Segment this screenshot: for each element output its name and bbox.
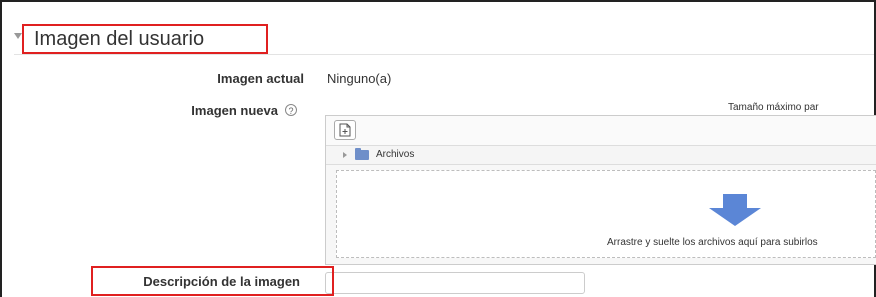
drop-zone-text: Arrastre y suelte los archivos aquí para…: [607, 237, 818, 248]
max-size-text: Tamaño máximo par: [728, 102, 819, 113]
window-frame-top: [0, 0, 876, 2]
help-icon[interactable]: ?: [285, 104, 297, 116]
file-picker: Archivos Arrastre y suelte los archivos …: [325, 115, 876, 265]
current-image-label: Imagen actual: [217, 71, 304, 86]
download-arrow-icon: [709, 194, 761, 226]
new-image-label: Imagen nueva: [191, 103, 278, 118]
path-label-archivos[interactable]: Archivos: [376, 149, 414, 160]
add-file-icon: [339, 123, 351, 137]
expand-caret-icon[interactable]: [343, 152, 347, 158]
highlight-box-title: [22, 24, 268, 54]
folder-icon: [355, 148, 369, 160]
drop-zone[interactable]: Arrastre y suelte los archivos aquí para…: [336, 170, 876, 258]
window-frame-left: [0, 0, 2, 297]
file-picker-path: Archivos: [326, 146, 876, 165]
current-image-value: Ninguno(a): [327, 71, 392, 86]
collapse-caret-icon[interactable]: [14, 33, 22, 39]
file-picker-toolbar: [326, 116, 876, 146]
add-file-button[interactable]: [334, 120, 356, 140]
highlight-box-description: [91, 266, 334, 296]
image-description-input[interactable]: [325, 272, 585, 294]
